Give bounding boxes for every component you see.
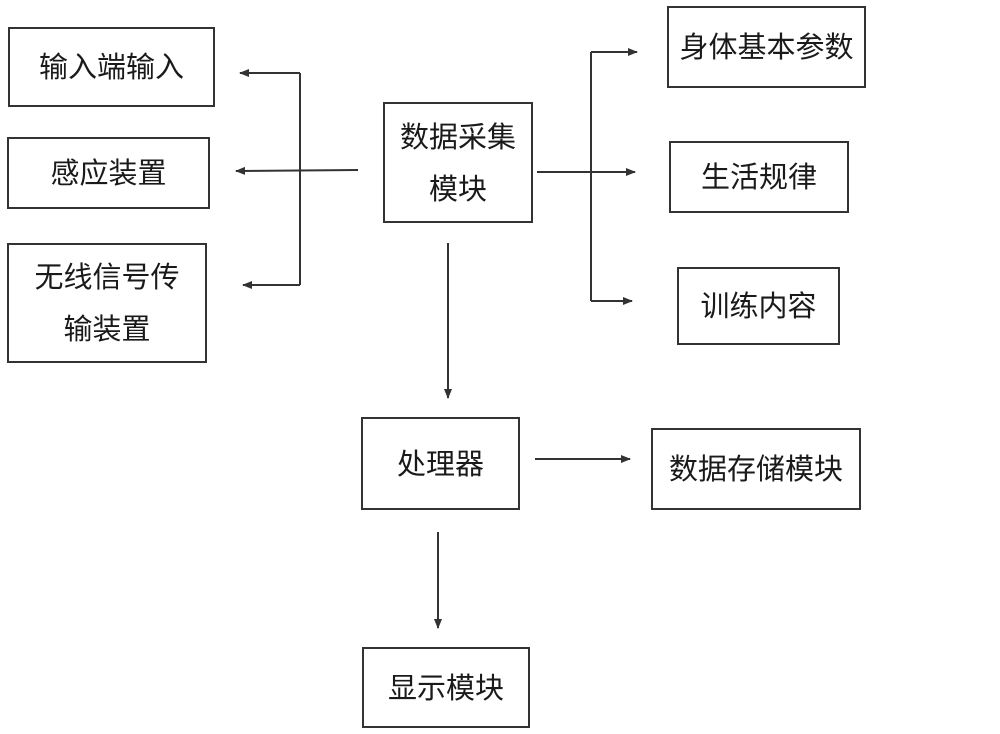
node-life-routine: 生活规律 [669, 141, 849, 213]
node-label-line2: 输装置 [63, 312, 151, 346]
node-input-terminal: 输入端输入 [8, 27, 215, 107]
node-label: 身体基本参数 [679, 30, 854, 64]
node-data-storage: 数据存储模块 [651, 428, 861, 510]
node-wireless-transmitter: 无线信号传 输装置 [7, 243, 207, 363]
node-display: 显示模块 [362, 647, 530, 728]
node-label: 处理器 [396, 446, 484, 481]
node-label-line2: 模块 [428, 171, 487, 206]
node-body-params: 身体基本参数 [667, 6, 866, 88]
node-processor: 处理器 [361, 417, 520, 510]
node-label-line1: 无线信号传 [34, 260, 180, 294]
arrow-to-sensor-device [235, 166, 359, 175]
node-training-content: 训练内容 [677, 267, 840, 345]
node-label: 输入端输入 [38, 50, 184, 84]
node-label: 显示模块 [387, 670, 504, 705]
node-label: 生活规律 [700, 160, 817, 194]
node-label: 训练内容 [700, 289, 817, 323]
node-label-line1: 数据采集 [399, 119, 516, 154]
node-label: 感应装置 [50, 156, 167, 190]
node-sensor-device: 感应装置 [7, 137, 210, 209]
node-data-acquisition: 数据采集 模块 [383, 102, 533, 223]
node-label: 数据存储模块 [668, 452, 843, 486]
